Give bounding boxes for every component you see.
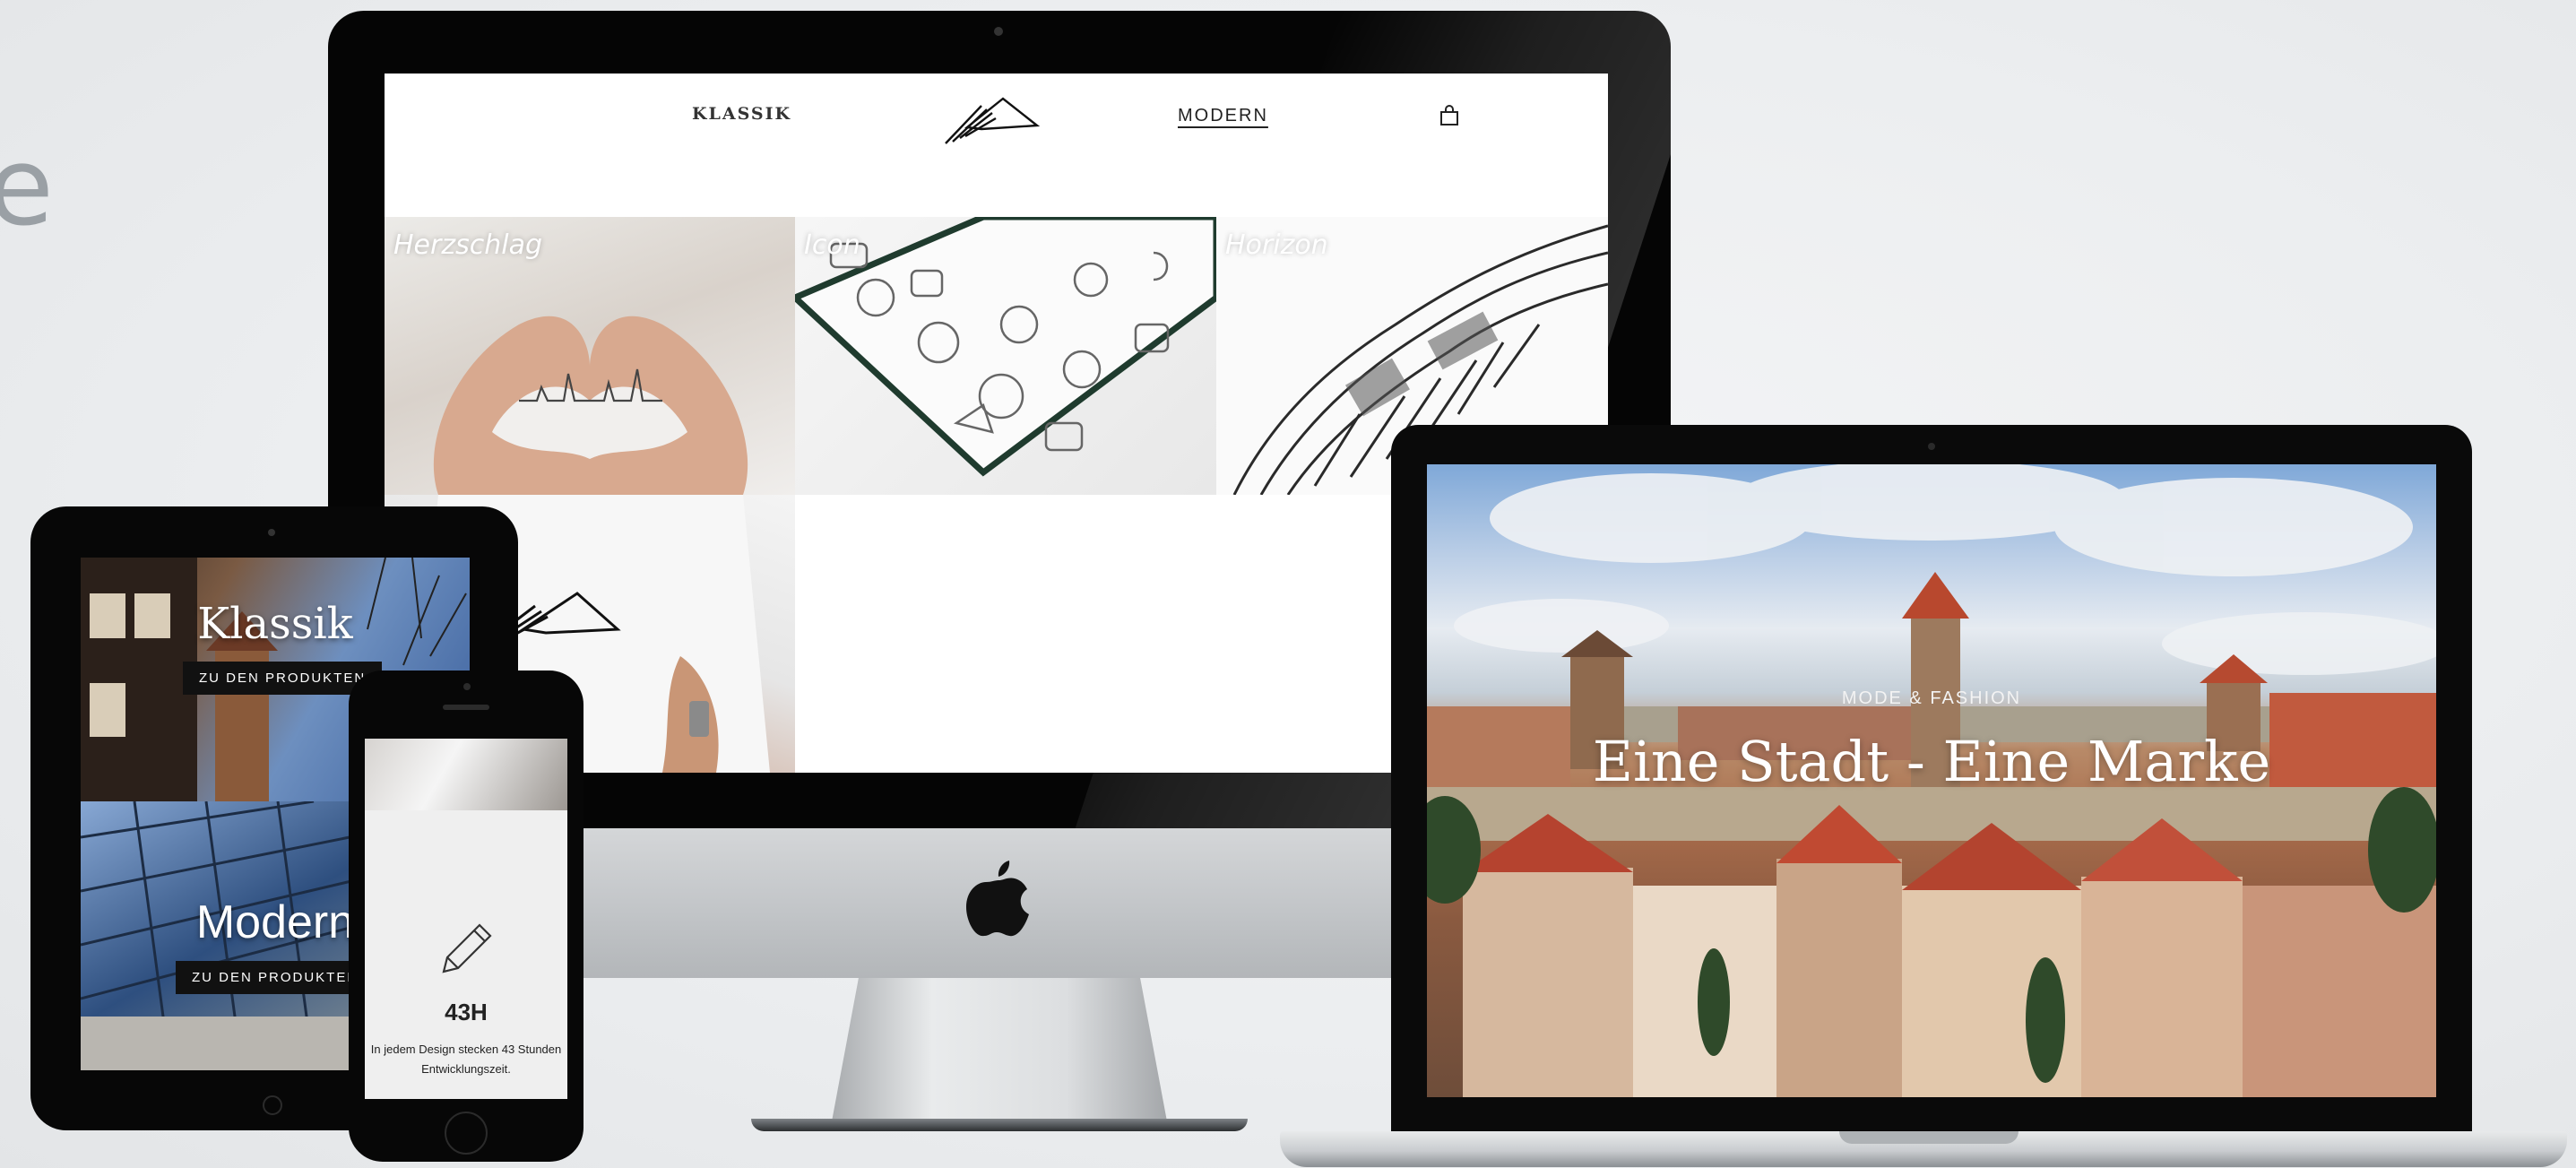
stat-text: In jedem Design stecken 43 Stunden Entwi… xyxy=(365,1040,567,1079)
stat-title: 43H xyxy=(445,999,488,1025)
imac-stand xyxy=(832,978,1167,1121)
pencil-icon xyxy=(442,923,492,973)
macbook-screen: MODE & FASHION Eine Stadt - Eine Marke xyxy=(1427,464,2436,1097)
iphone-screen: 43H In jedem Design stecken 43 Stunden E… xyxy=(365,739,567,1099)
product-tile-icon[interactable]: Icon xyxy=(795,217,1216,495)
nav-link-modern[interactable]: MODERN xyxy=(1178,106,1268,126)
product-tile-herzschlag[interactable]: Herzschlag xyxy=(385,217,795,495)
phone-header-image xyxy=(365,739,567,810)
nav-link-klassik[interactable]: KLASSIK xyxy=(692,104,791,124)
stat-text-line2: Entwicklungszeit. xyxy=(421,1062,511,1076)
iphone-camera xyxy=(463,683,471,690)
iphone-speaker xyxy=(443,705,489,710)
iphone-home-button xyxy=(445,1112,488,1155)
tile-label-horizon: Horizon xyxy=(1225,229,1328,261)
tile-label-icon: Icon xyxy=(804,229,860,261)
apple-logo-icon xyxy=(966,861,1029,937)
modern-products-button[interactable]: ZU DEN PRODUKTEN xyxy=(176,961,376,994)
ipad-home-button xyxy=(263,1095,282,1115)
macbook-notch xyxy=(1839,1131,2018,1144)
ipad-camera xyxy=(268,529,275,536)
stat-text-line1: In jedem Design stecken 43 Stunden xyxy=(370,1043,562,1056)
background-text-fragment: e xyxy=(0,125,54,250)
hero-title: Eine Stadt - Eine Marke xyxy=(1592,729,2271,794)
hero-subtitle: MODE & FASHION xyxy=(1841,688,2022,708)
tile-label-herzschlag: Herzschlag xyxy=(393,229,542,261)
macbook-camera xyxy=(1928,443,1935,450)
shopping-bag-icon[interactable] xyxy=(1438,104,1461,127)
imac-camera xyxy=(994,27,1003,36)
imac-foot xyxy=(751,1119,1248,1131)
brand-logo-icon[interactable] xyxy=(940,82,1048,147)
klassik-heading: Klassik xyxy=(197,599,353,649)
